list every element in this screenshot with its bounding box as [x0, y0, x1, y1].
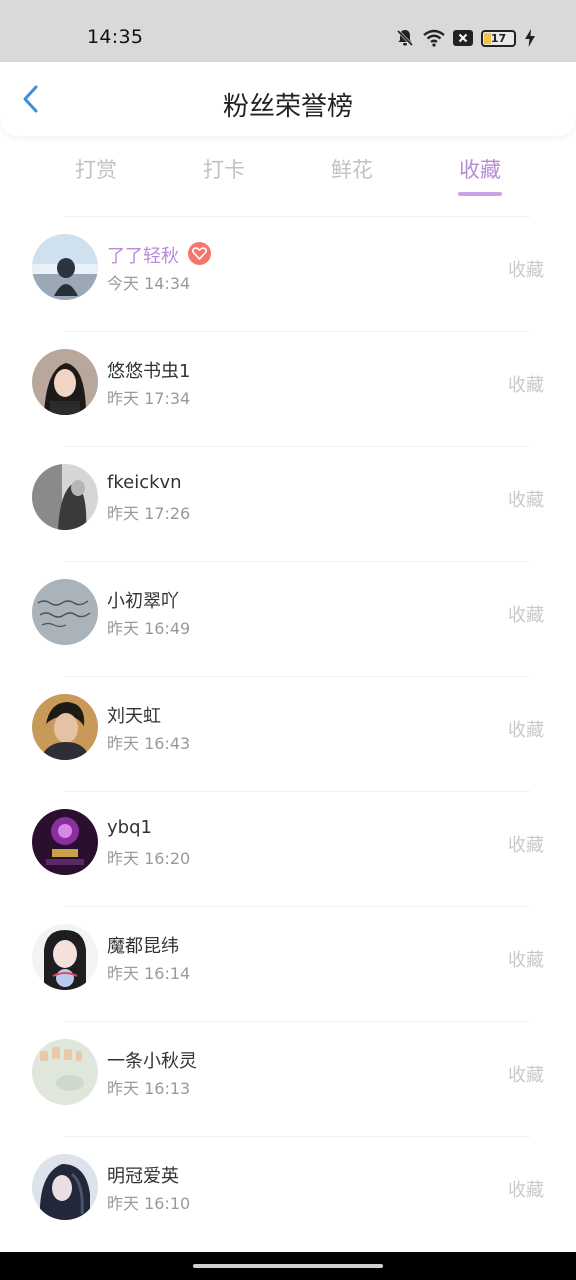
fan-list-item[interactable]: fkeickvn 昨天 17:26 收藏	[0, 446, 576, 561]
action-label: 收藏	[508, 1065, 544, 1086]
avatar[interactable]	[32, 809, 98, 875]
active-tab-indicator	[458, 192, 502, 196]
header: 粉丝荣誉榜	[0, 62, 576, 136]
home-indicator[interactable]	[193, 1264, 383, 1268]
fan-list-item[interactable]: 魔都昆纬 昨天 16:14 收藏	[0, 906, 576, 1021]
divider	[64, 791, 530, 792]
divider	[64, 1021, 530, 1022]
bell-muted-icon	[395, 28, 415, 48]
avatar[interactable]	[32, 464, 98, 530]
tab-favorites-label: 收藏	[459, 158, 501, 182]
status-bar: 14:35 17	[0, 0, 576, 62]
fan-name: 小初翠吖	[107, 591, 179, 612]
fan-list-item[interactable]: 了了轻秋 今天 14:34 收藏	[0, 216, 576, 331]
fan-name: 刘天虹	[107, 706, 161, 727]
avatar[interactable]	[32, 579, 98, 645]
divider	[64, 906, 530, 907]
fan-time: 昨天 16:20	[107, 849, 191, 868]
action-label: 收藏	[508, 950, 544, 971]
heart-gem-icon	[188, 242, 211, 265]
divider	[64, 676, 530, 677]
action-label: 收藏	[508, 490, 544, 511]
fan-name: 一条小秋灵	[107, 1051, 197, 1072]
avatar[interactable]	[32, 234, 98, 300]
fan-name: 明冠爱英	[107, 1166, 179, 1187]
charging-icon	[524, 29, 536, 47]
tab-bar: 打赏 打卡 鲜花 收藏	[0, 136, 576, 214]
tab-favorites[interactable]: 收藏	[432, 154, 528, 196]
fan-name: fkeickvn	[107, 472, 182, 493]
battery-level: 17	[490, 31, 507, 45]
fan-name: 悠悠书虫1	[107, 361, 191, 382]
divider	[64, 1136, 530, 1137]
fan-list-item[interactable]: ybq1 昨天 16:20 收藏	[0, 791, 576, 906]
fan-time: 昨天 16:10	[107, 1194, 191, 1213]
status-time: 14:35	[87, 26, 144, 48]
fan-time: 昨天 16:49	[107, 619, 191, 638]
avatar[interactable]	[32, 1039, 98, 1105]
fan-time: 昨天 16:13	[107, 1079, 191, 1098]
divider	[64, 331, 530, 332]
fan-time: 今天 14:34	[107, 274, 191, 293]
tab-checkin[interactable]: 打卡	[176, 154, 272, 184]
action-label: 收藏	[508, 835, 544, 856]
status-icons: 17	[395, 27, 536, 49]
tab-flowers[interactable]: 鲜花	[304, 154, 400, 184]
avatar[interactable]	[32, 349, 98, 415]
wifi-icon	[423, 29, 445, 47]
action-label: 收藏	[508, 720, 544, 741]
divider	[64, 561, 530, 562]
fan-name: 魔都昆纬	[107, 936, 179, 957]
fan-list-item[interactable]: 一条小秋灵 昨天 16:13 收藏	[0, 1021, 576, 1136]
fan-list: 了了轻秋 今天 14:34 收藏 悠悠书虫1 昨天 17:34 收藏 fkeic…	[0, 216, 576, 1251]
fan-list-item[interactable]: 刘天虹 昨天 16:43 收藏	[0, 676, 576, 791]
fan-name: 了了轻秋	[107, 246, 179, 267]
no-sim-icon	[453, 29, 473, 47]
tab-reward[interactable]: 打赏	[48, 154, 144, 184]
action-label: 收藏	[508, 260, 544, 281]
page-title: 粉丝荣誉榜	[222, 92, 353, 122]
system-nav-bar	[0, 1252, 576, 1280]
action-label: 收藏	[508, 375, 544, 396]
fan-time: 昨天 16:43	[107, 734, 191, 753]
avatar[interactable]	[32, 694, 98, 760]
fan-list-item[interactable]: 小初翠吖 昨天 16:49 收藏	[0, 561, 576, 676]
fan-name: ybq1	[107, 817, 152, 838]
avatar[interactable]	[32, 1154, 98, 1220]
fan-time: 昨天 17:34	[107, 389, 191, 408]
fan-list-item[interactable]: 悠悠书虫1 昨天 17:34 收藏	[0, 331, 576, 446]
fan-list-item[interactable]: 明冠爱英 昨天 16:10 收藏	[0, 1136, 576, 1251]
divider	[64, 216, 530, 217]
action-label: 收藏	[508, 605, 544, 626]
fan-time: 昨天 17:26	[107, 504, 191, 523]
battery-icon: 17	[481, 29, 516, 47]
divider	[64, 446, 530, 447]
avatar[interactable]	[32, 924, 98, 990]
action-label: 收藏	[508, 1180, 544, 1201]
fan-time: 昨天 16:14	[107, 964, 191, 983]
